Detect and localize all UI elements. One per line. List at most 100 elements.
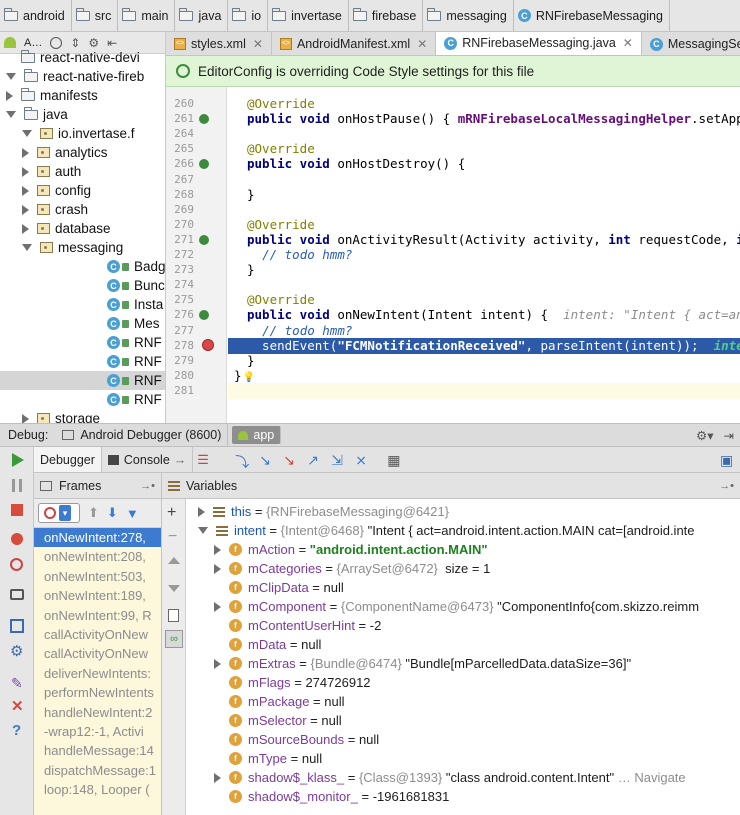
code-line[interactable]: }: [247, 187, 255, 202]
breadcrumb-item[interactable]: java: [175, 0, 229, 31]
expand-right-icon[interactable]: [214, 772, 221, 783]
frame-item[interactable]: onNewIntent:503,: [34, 567, 161, 586]
tree-item[interactable]: java: [0, 105, 165, 124]
variable-row[interactable]: intent = {Intent@6468} "Intent { act=and…: [198, 521, 695, 540]
tab-android-debugger[interactable]: Android Debugger (8600): [56, 424, 229, 446]
expand-right-icon[interactable]: [22, 413, 29, 423]
remove-watch-icon[interactable]: −: [168, 529, 177, 545]
code-line[interactable]: // todo hmm?: [247, 323, 352, 338]
tree-item[interactable]: manifests: [0, 86, 165, 105]
expand-right-icon[interactable]: [22, 185, 29, 196]
lightbulb-icon[interactable]: 💡: [243, 372, 255, 383]
code-line[interactable]: }: [247, 353, 255, 368]
frame-item[interactable]: dispatchMessage:1: [34, 761, 161, 780]
tab-app[interactable]: app: [232, 426, 282, 444]
tree-item[interactable]: messaging: [0, 238, 165, 257]
variable-row[interactable]: f mCategories = {ArraySet@6472} size = 1: [214, 559, 490, 578]
tab-console[interactable]: Console →: [102, 447, 194, 472]
expand-right-icon[interactable]: [6, 90, 13, 101]
restore-layout-icon[interactable]: ▣: [720, 452, 736, 468]
tree-item[interactable]: config: [0, 181, 165, 200]
stop-icon[interactable]: [11, 504, 23, 516]
run-to-cursor-icon[interactable]: ⇲: [331, 452, 347, 468]
tree-item[interactable]: C Mes: [0, 314, 165, 333]
close-icon[interactable]: ✕: [623, 36, 633, 50]
expand-right-icon[interactable]: [198, 506, 205, 517]
gutter[interactable]: 260 261 264 265 266 267 268 269 270 271 272 273 274 2…: [166, 87, 227, 423]
frame-item[interactable]: handleMessage:14: [34, 741, 161, 760]
step-out-icon[interactable]: ↗: [307, 452, 323, 468]
tab-2[interactable]: C RNFirebaseMessaging.java ✕: [436, 32, 642, 55]
view-breakpoints-icon[interactable]: [11, 533, 23, 545]
code-line[interactable]: @Override: [247, 141, 315, 156]
expand-right-icon[interactable]: [214, 601, 221, 612]
copy-icon[interactable]: [168, 609, 179, 622]
frame-item[interactable]: onNewIntent:278,: [34, 528, 161, 548]
camera-icon[interactable]: [10, 589, 24, 600]
tree-item[interactable]: crash: [0, 200, 165, 219]
override-icon[interactable]: [199, 159, 209, 170]
frame-item[interactable]: deliverNewIntents:: [34, 664, 161, 683]
variable-row[interactable]: this = {RNFirebaseMessaging@6421}: [198, 502, 449, 521]
expand-right-icon[interactable]: [214, 563, 221, 574]
tree-item[interactable]: auth: [0, 162, 165, 181]
evaluate-icon[interactable]: ⨯: [355, 452, 371, 468]
up-icon[interactable]: ⬆: [88, 505, 99, 521]
frame-item[interactable]: loop:148, Looper (: [34, 780, 161, 799]
breakpoint-icon[interactable]: [202, 338, 214, 351]
help-icon[interactable]: ?: [12, 723, 28, 739]
step-over-icon[interactable]: ⤵: [235, 452, 251, 470]
code-line[interactable]: }💡: [234, 368, 255, 383]
pause-icon[interactable]: [12, 479, 22, 492]
expand-down-icon[interactable]: [6, 73, 16, 80]
watches-icon[interactable]: ∞: [165, 630, 183, 648]
tree-item[interactable]: C Badg: [0, 257, 165, 276]
tree-item[interactable]: C RNF: [0, 333, 165, 352]
variable-row[interactable]: f mData = null: [214, 635, 321, 654]
variable-row[interactable]: f mContentUserHint = -2: [214, 616, 381, 635]
tab-3[interactable]: CMessagingServic: [642, 32, 740, 55]
up-icon[interactable]: [168, 557, 180, 564]
step-into-icon[interactable]: ↘: [259, 452, 275, 468]
frame-item[interactable]: -wrap12:-1, Activi: [34, 722, 161, 741]
tree-item[interactable]: analytics: [0, 143, 165, 162]
override-icon[interactable]: [199, 234, 209, 245]
down-icon[interactable]: ⬇: [107, 505, 118, 521]
variable-row[interactable]: f mPackage = null: [214, 692, 345, 711]
expand-down-icon[interactable]: [22, 130, 32, 137]
tree-item[interactable]: storage: [0, 409, 165, 423]
expand-right-icon[interactable]: [22, 204, 29, 215]
frame-item[interactable]: onNewIntent:208,: [34, 547, 161, 566]
tree-item[interactable]: io.invertase.f: [0, 124, 165, 143]
thread-select[interactable]: ▾: [38, 503, 80, 523]
code-line[interactable]: public void onHostDestroy() {: [247, 156, 465, 171]
settings-icon[interactable]: ⚙: [10, 644, 26, 660]
hide-panel-icon[interactable]: ⇥: [724, 428, 734, 443]
arrow-icon[interactable]: →•: [719, 480, 734, 492]
frame-item[interactable]: handleNewIntent:2: [34, 703, 161, 722]
tree-item[interactable]: database: [0, 219, 165, 238]
tab-0[interactable]: <> styles.xml ✕: [166, 32, 272, 55]
code-line[interactable]: }: [247, 262, 255, 277]
expand-down-icon[interactable]: [198, 527, 208, 534]
layout-icon[interactable]: [10, 619, 24, 633]
table-icon[interactable]: ▦: [387, 452, 403, 468]
override-icon[interactable]: [199, 310, 209, 321]
frame-item[interactable]: onNewIntent:189,: [34, 586, 161, 605]
variable-row[interactable]: f mSelector = null: [214, 711, 342, 730]
code-line[interactable]: public void onNewIntent(Intent intent) {…: [247, 307, 740, 322]
code-line[interactable]: @Override: [247, 292, 315, 307]
tree-item[interactable]: C Insta: [0, 295, 165, 314]
mute-breakpoints-icon[interactable]: [10, 558, 23, 571]
gear-icon[interactable]: ⚙▾: [696, 428, 713, 443]
expand-down-icon[interactable]: [22, 244, 32, 251]
filter-icon[interactable]: ▼: [126, 506, 139, 521]
expand-right-icon[interactable]: [214, 544, 221, 555]
pin-icon[interactable]: ✎: [11, 675, 27, 691]
code-line[interactable]: public void onActivityResult(Activity ac…: [247, 232, 740, 247]
tree-item[interactable]: C RNF: [0, 390, 165, 409]
down-icon[interactable]: [168, 585, 180, 592]
tab-debugger[interactable]: Debugger: [34, 447, 102, 472]
breadcrumb-item[interactable]: messaging: [423, 0, 514, 31]
add-watch-icon[interactable]: +: [167, 505, 176, 521]
